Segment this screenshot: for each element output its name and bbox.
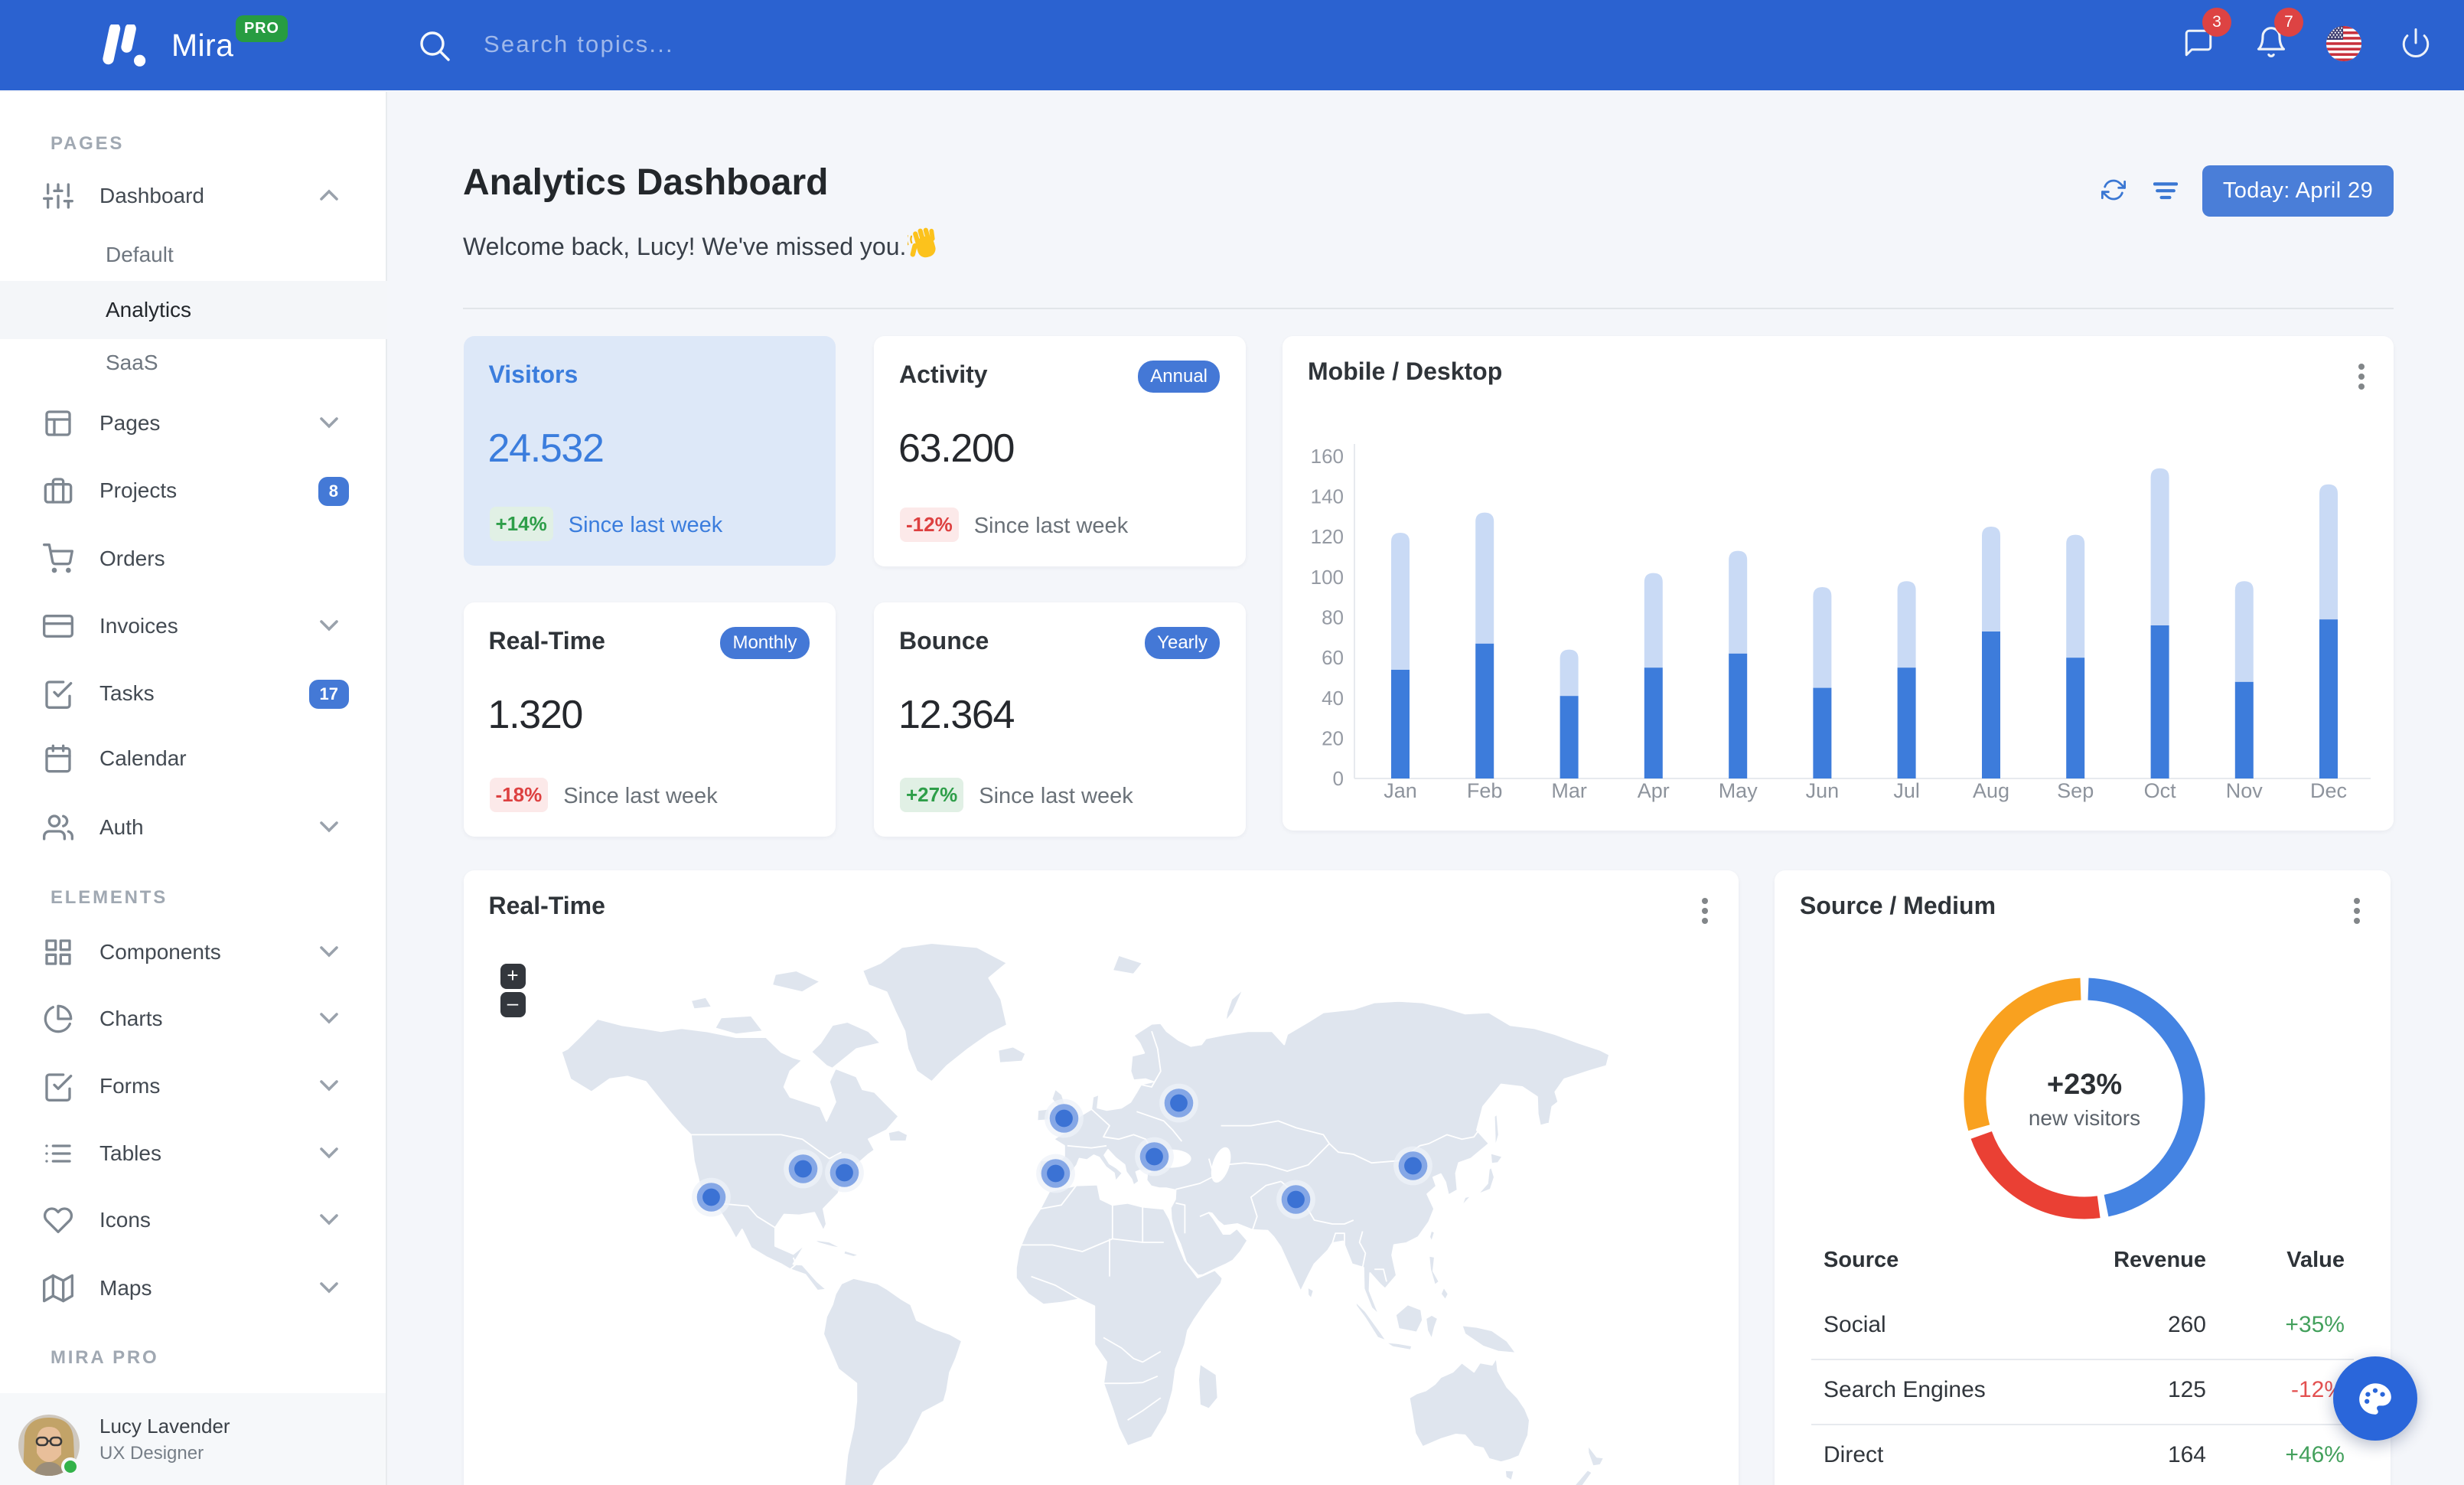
svg-text:Apr: Apr	[1638, 779, 1670, 802]
svg-text:Nov: Nov	[2226, 779, 2264, 802]
svg-text:40: 40	[1322, 687, 1344, 710]
svg-text:140: 140	[1311, 485, 1344, 508]
svg-text:Oct: Oct	[2144, 779, 2177, 802]
svg-text:0: 0	[1333, 767, 1344, 790]
svg-text:100: 100	[1311, 566, 1344, 589]
svg-text:Jan: Jan	[1384, 779, 1417, 802]
svg-text:May: May	[1719, 779, 1758, 802]
svg-text:20: 20	[1322, 726, 1344, 749]
svg-text:Jun: Jun	[1806, 779, 1840, 802]
svg-text:Jul: Jul	[1893, 779, 1920, 802]
svg-text:60: 60	[1322, 646, 1344, 669]
svg-text:Aug: Aug	[1973, 779, 2009, 802]
svg-text:Dec: Dec	[2310, 779, 2347, 802]
svg-text:120: 120	[1311, 525, 1344, 548]
svg-text:Mar: Mar	[1551, 779, 1587, 802]
svg-text:Sep: Sep	[2057, 779, 2094, 802]
svg-text:80: 80	[1322, 606, 1344, 629]
svg-text:160: 160	[1311, 445, 1344, 468]
svg-text:Feb: Feb	[1467, 779, 1503, 802]
